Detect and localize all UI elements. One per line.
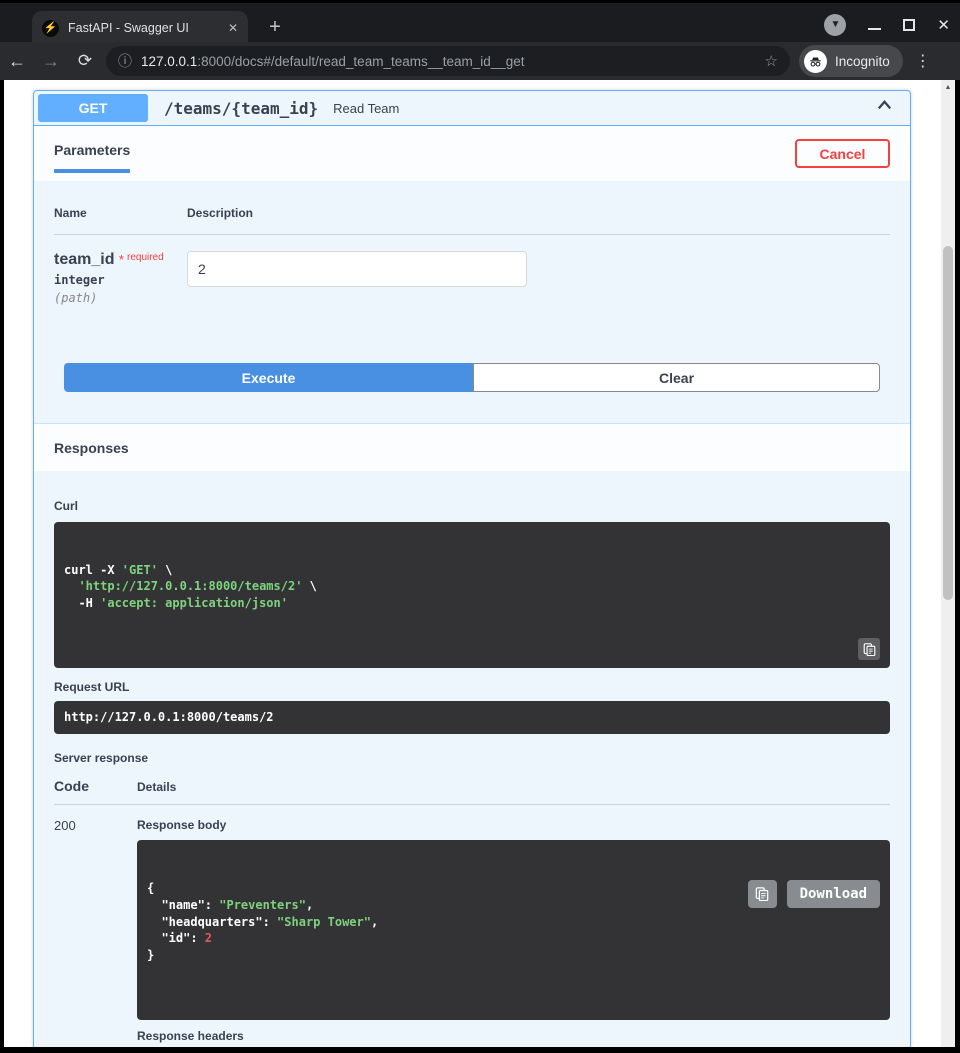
column-name-header: Name bbox=[54, 206, 187, 220]
request-url-value: http://127.0.0.1:8000/teams/2 bbox=[64, 709, 274, 726]
response-body-block: { "name": "Preventers", "headquarters": … bbox=[137, 840, 890, 1020]
browser-tab[interactable]: ⚡ FastAPI - Swagger UI ✕ bbox=[32, 11, 248, 45]
parameters-table-header: Name Description bbox=[54, 206, 890, 235]
browser-chrome: ⚡ FastAPI - Swagger UI ✕ + ▼ ✕ ← → ⟳ ⓘ 1… bbox=[0, 0, 960, 80]
incognito-badge: Incognito bbox=[799, 45, 903, 77]
cancel-button[interactable]: Cancel bbox=[795, 139, 890, 168]
response-body-buttons: Download bbox=[748, 880, 880, 908]
minimize-button[interactable] bbox=[868, 28, 881, 30]
reload-icon[interactable]: ⟳ bbox=[68, 51, 102, 71]
http-method-badge: GET bbox=[38, 94, 148, 122]
parameter-location: (path) bbox=[54, 291, 187, 305]
opblock-summary[interactable]: GET /teams/{team_id} Read Team bbox=[34, 91, 910, 126]
browser-menu-icon[interactable]: ⋮ bbox=[911, 51, 935, 71]
column-description-header: Description bbox=[187, 206, 253, 220]
responses-section-header: Responses bbox=[34, 423, 910, 471]
execute-row: Execute Clear bbox=[64, 363, 880, 392]
url-host: 127.0.0.1 bbox=[141, 54, 197, 69]
bookmark-star-icon[interactable]: ☆ bbox=[765, 52, 778, 70]
copy-response-button[interactable] bbox=[748, 880, 777, 908]
collapse-chevron-icon[interactable] bbox=[875, 96, 894, 120]
execute-button[interactable]: Execute bbox=[64, 363, 473, 392]
responses-title: Responses bbox=[54, 440, 129, 456]
request-url-label: Request URL bbox=[54, 680, 890, 694]
tab-close-icon[interactable]: ✕ bbox=[228, 21, 238, 35]
parameter-name-cell: team_id *required integer (path) bbox=[54, 251, 187, 305]
required-star: * bbox=[119, 252, 124, 267]
status-code: 200 bbox=[54, 818, 137, 1047]
tab-title: FastAPI - Swagger UI bbox=[68, 21, 222, 35]
server-response-table-header: Code Details bbox=[54, 778, 890, 805]
close-window-button[interactable]: ✕ bbox=[937, 18, 950, 33]
site-info-icon[interactable]: ⓘ bbox=[118, 51, 132, 71]
curl-code-block: curl -X 'GET' \ 'http://127.0.0.1:8000/t… bbox=[54, 522, 890, 668]
curl-command: curl -X 'GET' \ 'http://127.0.0.1:8000/t… bbox=[64, 562, 880, 612]
response-body-label: Response body bbox=[137, 818, 890, 832]
server-response-row: 200 Response body { "name": "Preventers"… bbox=[54, 805, 890, 1047]
url-bar[interactable]: ⓘ 127.0.0.1:8000/docs#/default/read_team… bbox=[106, 46, 790, 76]
back-icon[interactable]: ← bbox=[0, 51, 34, 72]
details-column-header: Details bbox=[137, 780, 890, 794]
maximize-button[interactable] bbox=[903, 19, 915, 31]
scrollbar-thumb[interactable] bbox=[943, 246, 953, 600]
url-path: :8000/docs#/default/read_team_teams__tea… bbox=[197, 54, 524, 69]
tab-strip: ⚡ FastAPI - Swagger UI ✕ + ▼ ✕ bbox=[0, 0, 960, 42]
forward-icon[interactable]: → bbox=[34, 51, 68, 72]
response-details-cell: Response body { "name": "Preventers", "h… bbox=[137, 818, 890, 1047]
parameters-body: Name Description team_id *required integ… bbox=[34, 181, 910, 423]
browser-window: ⚡ FastAPI - Swagger UI ✕ + ▼ ✕ ← → ⟳ ⓘ 1… bbox=[0, 0, 960, 1053]
request-url-block: http://127.0.0.1:8000/teams/2 bbox=[54, 701, 890, 734]
scrollbar[interactable]: ▲ bbox=[941, 80, 955, 1047]
endpoint-summary: Read Team bbox=[333, 101, 875, 116]
team-id-input[interactable] bbox=[187, 251, 527, 287]
response-headers-label: Response headers bbox=[137, 1029, 890, 1043]
parameters-section-header: Parameters Cancel bbox=[34, 126, 910, 181]
window-controls: ▼ ✕ bbox=[824, 14, 950, 36]
fastapi-favicon-icon: ⚡ bbox=[42, 20, 59, 37]
server-response-label: Server response bbox=[54, 751, 890, 765]
tab-parameters[interactable]: Parameters bbox=[54, 142, 130, 173]
incognito-label: Incognito bbox=[835, 54, 890, 69]
required-label: required bbox=[127, 252, 164, 263]
url-text[interactable]: 127.0.0.1:8000/docs#/default/read_team_t… bbox=[141, 54, 757, 69]
parameter-value-cell bbox=[187, 251, 527, 305]
new-tab-button[interactable]: + bbox=[262, 15, 288, 41]
copy-curl-button[interactable] bbox=[858, 638, 880, 660]
browser-toolbar: ← → ⟳ ⓘ 127.0.0.1:8000/docs#/default/rea… bbox=[0, 42, 960, 80]
incognito-icon bbox=[804, 50, 827, 73]
parameter-type: integer bbox=[54, 273, 187, 287]
clear-button[interactable]: Clear bbox=[473, 363, 880, 392]
endpoint-path: /teams/{team_id} bbox=[164, 99, 318, 118]
opblock-get-teams: GET /teams/{team_id} Read Team Parameter… bbox=[33, 90, 911, 1047]
tab-search-icon[interactable]: ▼ bbox=[824, 14, 846, 36]
parameter-row: team_id *required integer (path) bbox=[54, 235, 890, 305]
download-button[interactable]: Download bbox=[787, 880, 880, 908]
curl-label: Curl bbox=[54, 499, 890, 513]
responses-body: Curl curl -X 'GET' \ 'http://127.0.0.1:8… bbox=[34, 471, 910, 1047]
scrollbar-up-icon[interactable]: ▲ bbox=[941, 80, 955, 91]
swagger-page: GET /teams/{team_id} Read Team Parameter… bbox=[4, 80, 941, 1047]
code-column-header: Code bbox=[54, 778, 137, 794]
parameter-name: team_id bbox=[54, 251, 114, 268]
